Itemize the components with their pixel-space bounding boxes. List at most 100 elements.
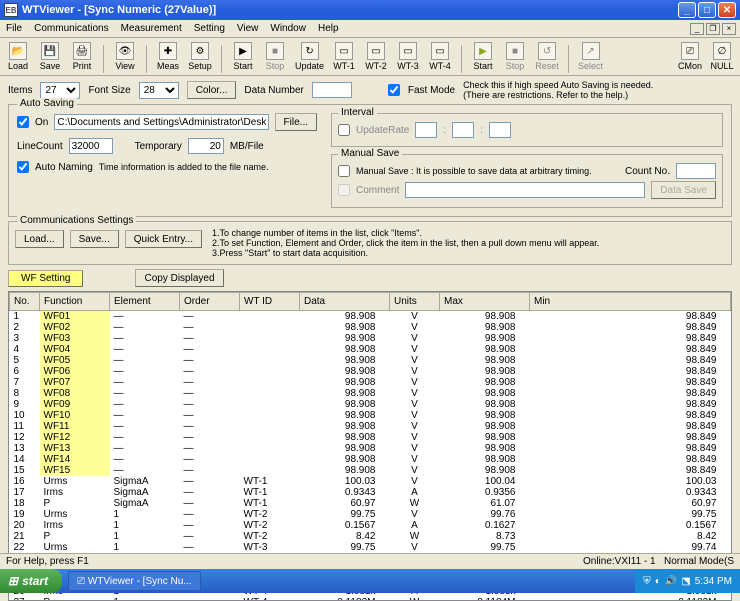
menu-window[interactable]: Window: [270, 23, 306, 34]
wt4-button[interactable]: ▭WT-4: [426, 40, 454, 73]
manualsave-checkbox[interactable]: [338, 165, 350, 177]
system-tray[interactable]: ⛨ ◐ 🔊 ⬔ 5:34 PM: [635, 569, 740, 593]
manualsave-title: Manual Save: [338, 148, 402, 159]
save-button[interactable]: 💾Save: [36, 40, 64, 73]
table-row[interactable]: 15WF15——98.908V98.90898.849: [10, 465, 731, 476]
table-row[interactable]: 10WF10——98.908V98.90898.849: [10, 410, 731, 421]
menu-file[interactable]: File: [6, 23, 22, 34]
col-no[interactable]: No.: [10, 293, 40, 311]
meas-button[interactable]: ✚Meas: [154, 40, 182, 73]
table-row[interactable]: 17IrmsSigmaA—WT-10.9343A0.93560.9343: [10, 487, 731, 498]
view-button[interactable]: 👁View: [111, 40, 139, 73]
mdi-close-button[interactable]: ×: [722, 23, 736, 35]
table-row[interactable]: 1WF01——98.908V98.90898.849: [10, 311, 731, 323]
taskbar-app[interactable]: ⎚ WTViewer - [Sync Nu...: [68, 571, 201, 591]
table-row[interactable]: 13WF13——98.908V98.90898.849: [10, 443, 731, 454]
stop2-button[interactable]: ■Stop: [501, 40, 529, 73]
table-row[interactable]: 5WF05——98.908V98.90898.849: [10, 355, 731, 366]
menu-help[interactable]: Help: [318, 23, 339, 34]
menu-view[interactable]: View: [237, 23, 259, 34]
menu-communications[interactable]: Communications: [34, 23, 108, 34]
table-row[interactable]: 20Irms1—WT-20.1567A0.16270.1567: [10, 520, 731, 531]
wt1-button[interactable]: ▭WT-1: [330, 40, 358, 73]
color-button[interactable]: Color...: [187, 81, 237, 99]
datanumber-label: Data Number: [244, 85, 303, 96]
table-row[interactable]: 6WF06——98.908V98.90898.849: [10, 366, 731, 377]
table-row[interactable]: 7WF07——98.908V98.90898.849: [10, 377, 731, 388]
table-row[interactable]: 9WF09——98.908V98.90898.849: [10, 399, 731, 410]
reset-button[interactable]: ↺Reset: [533, 40, 561, 73]
col-units[interactable]: Units: [390, 293, 440, 311]
table-row[interactable]: 4WF04——98.908V98.90898.849: [10, 344, 731, 355]
items-select[interactable]: 27: [40, 82, 80, 99]
file-button[interactable]: File...: [275, 113, 317, 131]
table-row[interactable]: 8WF08——98.908V98.90898.849: [10, 388, 731, 399]
table-row[interactable]: 22Urms1—WT-399.75V99.7599.74: [10, 542, 731, 553]
comm-title: Communications Settings: [17, 215, 136, 226]
start-button-taskbar[interactable]: ⊞ start: [0, 569, 62, 593]
temporary-input[interactable]: [188, 138, 224, 154]
wt3-button[interactable]: ▭WT-3: [394, 40, 422, 73]
setup-button[interactable]: ⚙Setup: [186, 40, 214, 73]
print-button[interactable]: 🖨Print: [68, 40, 96, 73]
null-button[interactable]: ∅NULL: [708, 40, 736, 73]
table-row[interactable]: 16UrmsSigmaA—WT-1100.03V100.04100.03: [10, 476, 731, 487]
commload-button[interactable]: Load...: [15, 230, 64, 248]
table-row[interactable]: 3WF03——98.908V98.90898.849: [10, 333, 731, 344]
path-input[interactable]: [54, 114, 268, 130]
reset-icon: ↺: [538, 42, 556, 60]
start-button[interactable]: ▶Start: [229, 40, 257, 73]
autonaming-checkbox[interactable]: [17, 161, 29, 173]
stop-button[interactable]: ■Stop: [261, 40, 289, 73]
app-icon: EB: [4, 3, 18, 17]
tray-icon[interactable]: ⛨: [643, 576, 651, 587]
table-row[interactable]: 27P1—WT-40.1183MW0.1184M0.1183M: [10, 597, 731, 601]
table-row[interactable]: 19Urms1—WT-299.75V99.7699.75: [10, 509, 731, 520]
col-max[interactable]: Max: [440, 293, 530, 311]
table-row[interactable]: 12WF12——98.908V98.90898.849: [10, 432, 731, 443]
maximize-button[interactable]: □: [698, 2, 716, 18]
copydisplayed-button[interactable]: Copy Displayed: [135, 269, 223, 287]
mdi-minimize-button[interactable]: _: [690, 23, 704, 35]
start2-button[interactable]: ▶Start: [469, 40, 497, 73]
comment-checkbox: [338, 184, 350, 196]
commsave-button[interactable]: Save...: [70, 230, 119, 248]
update-button[interactable]: ↻Update: [293, 40, 326, 73]
fastmode-checkbox[interactable]: [388, 84, 400, 96]
close-button[interactable]: ✕: [718, 2, 736, 18]
col-data[interactable]: Data: [300, 293, 390, 311]
minimize-button[interactable]: _: [678, 2, 696, 18]
wfsetting-button[interactable]: WF Setting: [8, 270, 83, 287]
table-row[interactable]: 18PSigmaA—WT-160.97W61.0760.97: [10, 498, 731, 509]
linecount-input[interactable]: [69, 138, 113, 154]
top-controls: Items 27 Font Size 28 Color... Data Numb…: [8, 80, 732, 100]
col-wtid[interactable]: WT ID: [240, 293, 300, 311]
cmon-button[interactable]: ⎚CMon: [676, 40, 704, 73]
linecount-label: LineCount: [17, 141, 63, 152]
wt2-button[interactable]: ▭WT-2: [362, 40, 390, 73]
updaterate-checkbox[interactable]: [338, 124, 350, 136]
menu-setting[interactable]: Setting: [194, 23, 225, 34]
tray-icon[interactable]: 🔊: [665, 576, 677, 587]
menubar: File Communications Measurement Setting …: [0, 20, 740, 38]
quickentry-button[interactable]: Quick Entry...: [125, 230, 202, 248]
on-checkbox[interactable]: [17, 116, 29, 128]
table-row[interactable]: 14WF14——98.908V98.90898.849: [10, 454, 731, 465]
table-row[interactable]: 21P1—WT-28.42W8.738.42: [10, 531, 731, 542]
clock[interactable]: 5:34 PM: [695, 576, 732, 587]
fontsize-select[interactable]: 28: [139, 82, 179, 99]
load-button[interactable]: 📂Load: [4, 40, 32, 73]
tray-icon[interactable]: ◐: [655, 576, 661, 587]
col-function[interactable]: Function: [40, 293, 110, 311]
col-element[interactable]: Element: [110, 293, 180, 311]
col-min[interactable]: Min: [530, 293, 731, 311]
table-row[interactable]: 11WF11——98.908V98.90898.849: [10, 421, 731, 432]
datanumber-input[interactable]: [312, 82, 352, 98]
mdi-restore-button[interactable]: ❐: [706, 23, 720, 35]
select-button[interactable]: ↗Select: [576, 40, 605, 73]
table-row[interactable]: 2WF02——98.908V98.90898.849: [10, 322, 731, 333]
menu-measurement[interactable]: Measurement: [121, 23, 182, 34]
col-order[interactable]: Order: [180, 293, 240, 311]
interval-panel: Interval UpdateRate : :: [331, 113, 723, 147]
tray-icon[interactable]: ⬔: [681, 576, 690, 587]
